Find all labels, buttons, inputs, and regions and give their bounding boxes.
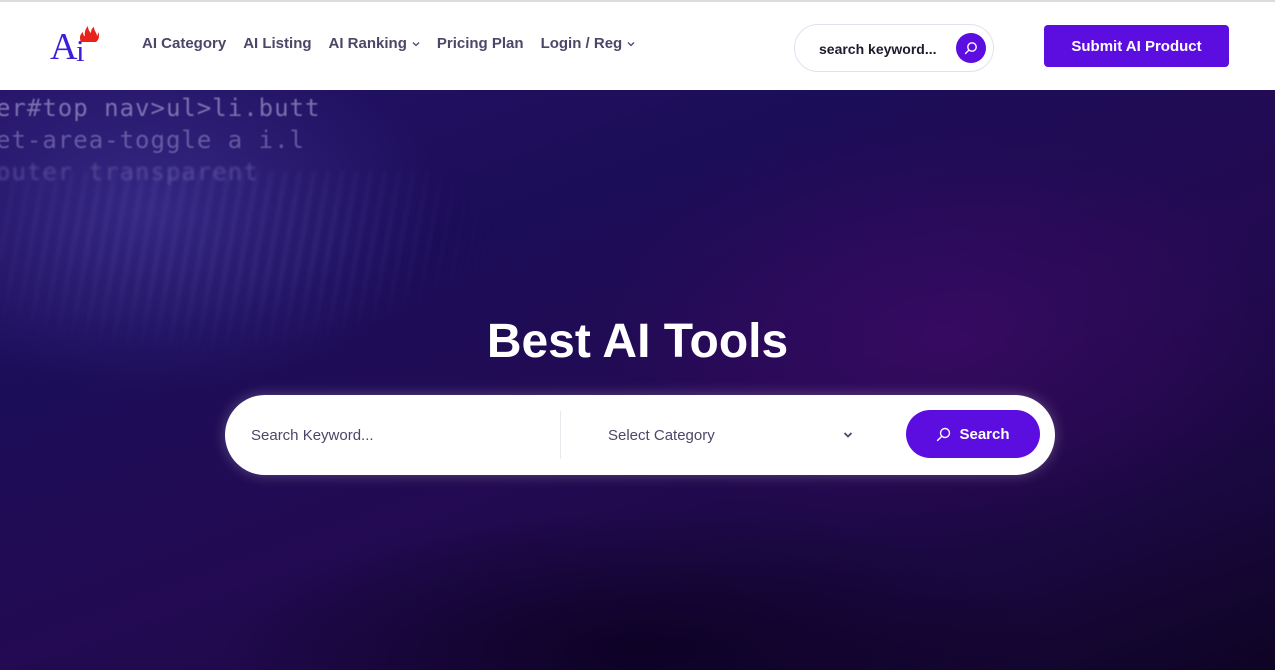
- hero-bg-code-line: outer transparent: [0, 158, 259, 186]
- header-search: [794, 24, 994, 72]
- site-logo[interactable]: A i: [50, 24, 102, 70]
- hero-bg-code-line: et-area-toggle a i.l: [0, 126, 305, 154]
- chevron-down-icon: [843, 432, 853, 438]
- nav-ai-category[interactable]: AI Category: [142, 35, 226, 52]
- nav-ai-ranking[interactable]: AI Ranking: [329, 35, 420, 52]
- main-nav: AI Category AI Listing AI Ranking Pricin…: [142, 35, 652, 52]
- nav-ai-ranking-label: AI Ranking: [328, 35, 407, 52]
- search-divider: [560, 411, 561, 459]
- search-icon: [964, 42, 977, 55]
- submit-ai-product-button[interactable]: Submit AI Product: [1044, 25, 1229, 67]
- category-select[interactable]: Select Category: [608, 422, 853, 448]
- nav-login-reg-label: Login / Reg: [540, 35, 623, 52]
- search-icon: [937, 427, 951, 441]
- logo-letter-a: A: [50, 26, 78, 68]
- header-search-input[interactable]: [819, 38, 949, 60]
- nav-pricing-plan[interactable]: Pricing Plan: [437, 35, 524, 52]
- site-header: A i AI Category AI Listing AI Ranking Pr…: [0, 2, 1275, 90]
- hero-section: er#top nav>ul>li.butt et-area-toggle a i…: [0, 90, 1275, 670]
- nav-ai-category-label: AI Category: [142, 35, 227, 52]
- hero-search-bar: Select Category Search: [225, 395, 1055, 475]
- keyword-search-input[interactable]: [251, 423, 551, 447]
- chevron-down-icon: [412, 41, 420, 46]
- flame-icon: [79, 26, 100, 42]
- hero-search-button-label: Search: [959, 425, 1010, 443]
- nav-ai-listing[interactable]: AI Listing: [243, 35, 311, 52]
- nav-pricing-plan-label: Pricing Plan: [436, 35, 524, 52]
- hero-background-streaks: [0, 170, 700, 430]
- hero-title: Best AI Tools: [486, 315, 789, 368]
- chevron-down-icon: [627, 41, 635, 46]
- nav-ai-listing-label: AI Listing: [243, 35, 312, 52]
- nav-login-reg[interactable]: Login / Reg: [541, 35, 636, 52]
- header-search-button[interactable]: [956, 33, 986, 63]
- hero-bg-code-line: er#top nav>ul>li.butt: [0, 94, 321, 122]
- hero-search-button[interactable]: Search: [906, 410, 1040, 458]
- category-select-value: Select Category: [608, 426, 715, 444]
